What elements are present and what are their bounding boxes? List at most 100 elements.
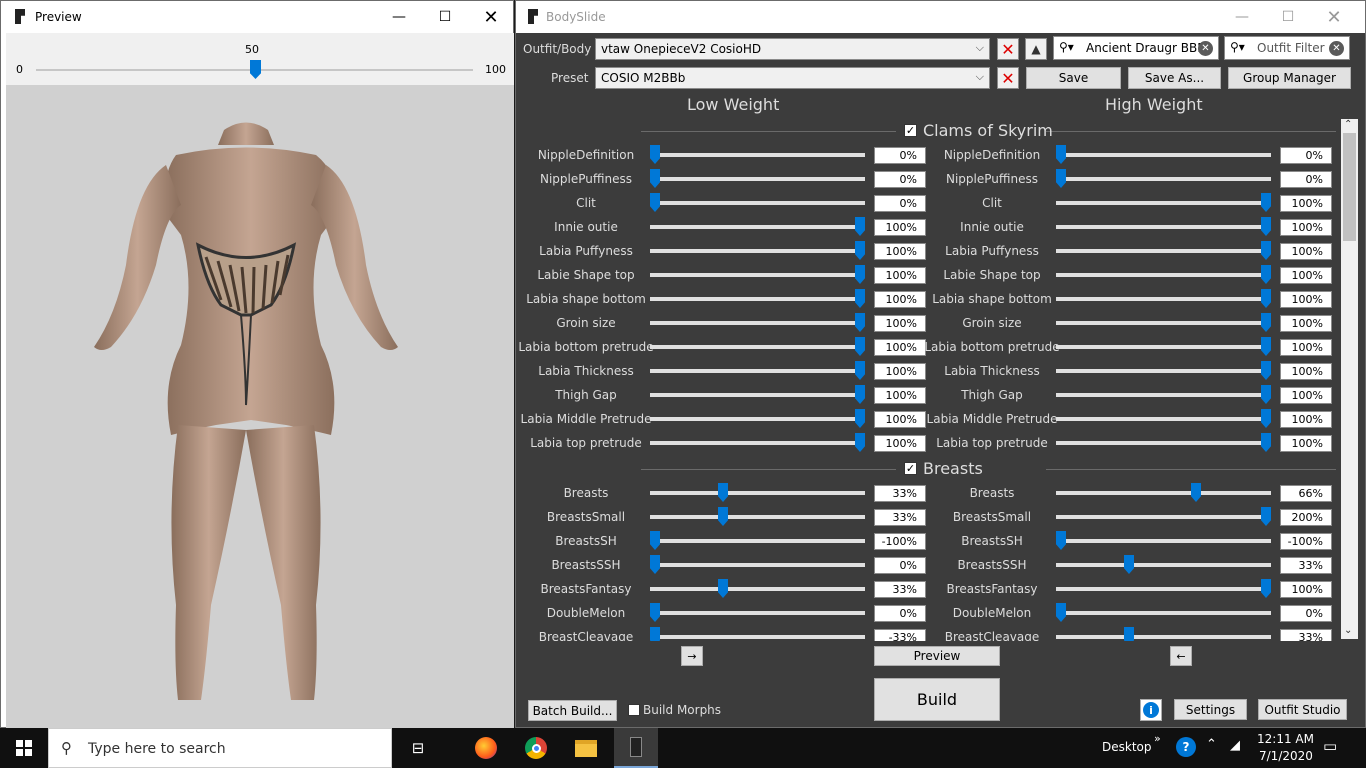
chevron-up-icon[interactable]: »	[1154, 732, 1161, 745]
slider-track-high[interactable]	[1056, 369, 1271, 373]
slider-track-high[interactable]	[1056, 153, 1271, 157]
preview-button[interactable]: Preview	[874, 646, 1000, 666]
slider-value-low[interactable]: 100%	[874, 219, 926, 236]
delete-preset-icon[interactable]: ✕	[997, 67, 1019, 89]
close-icon[interactable]: ✕	[1311, 1, 1357, 33]
delete-outfit-icon[interactable]: ✕	[997, 38, 1019, 60]
slider-track-low[interactable]	[650, 539, 865, 543]
slider-track-high[interactable]	[1056, 587, 1271, 591]
slider-track-low[interactable]	[650, 345, 865, 349]
slider-value-high[interactable]: 200%	[1280, 509, 1332, 526]
slider-value-high[interactable]: 100%	[1280, 291, 1332, 308]
scroll-thumb[interactable]	[1343, 133, 1356, 241]
preview-titlebar[interactable]: Preview — ☐ ✕	[1, 1, 513, 33]
slider-value-low[interactable]: -33%	[874, 629, 926, 641]
slider-value-low[interactable]: 0%	[874, 557, 926, 574]
slider-track-low[interactable]	[650, 177, 865, 181]
slider-value-low[interactable]: 100%	[874, 411, 926, 428]
slider-track-low[interactable]	[650, 393, 865, 397]
desktop-label[interactable]: Desktop	[1102, 740, 1152, 754]
slider-track-high[interactable]	[1056, 273, 1271, 277]
help-icon[interactable]: ?	[1176, 737, 1196, 757]
batch-build-button[interactable]: Batch Build...	[528, 700, 617, 721]
maximize-icon[interactable]: ☐	[422, 1, 468, 33]
slider-value-high[interactable]: 0%	[1280, 605, 1332, 622]
outfit-select[interactable]: vtaw OnepieceV2 CosioHD ⌵	[595, 38, 990, 60]
slider-track-high[interactable]	[1056, 441, 1271, 445]
save-button[interactable]: Save	[1026, 67, 1121, 89]
chrome-icon[interactable]	[516, 728, 556, 768]
slider-thumb-low[interactable]	[650, 627, 660, 641]
slider-track-high[interactable]	[1056, 225, 1271, 229]
slider-track-high[interactable]	[1056, 539, 1271, 543]
tray-expand-icon[interactable]: ⌃	[1206, 737, 1217, 752]
network-icon[interactable]: ◢	[1230, 738, 1240, 753]
slider-value-low[interactable]: 33%	[874, 485, 926, 502]
slider-value-high[interactable]: 33%	[1280, 629, 1332, 641]
slider-track-low[interactable]	[650, 297, 865, 301]
scroll-down-icon[interactable]: ⌄	[1344, 625, 1352, 636]
slider-value-high[interactable]: 100%	[1280, 581, 1332, 598]
slider-track-low[interactable]	[650, 369, 865, 373]
slider-value-high[interactable]: -100%	[1280, 533, 1332, 550]
slider-track-low[interactable]	[650, 491, 865, 495]
maximize-icon[interactable]: ☐	[1265, 1, 1311, 33]
category-checkbox[interactable]: ✓	[904, 462, 917, 475]
slider-track-low[interactable]	[650, 249, 865, 253]
group-manager-button[interactable]: Group Manager	[1228, 67, 1351, 89]
preset-select[interactable]: COSIO M2BBb ⌵	[595, 67, 990, 89]
slider-track-high[interactable]	[1056, 491, 1271, 495]
group-filter-input[interactable]: ⚲▾ Ancient Draugr BBP, ✕	[1053, 36, 1219, 60]
slider-track-low[interactable]	[650, 417, 865, 421]
slider-value-high[interactable]: 100%	[1280, 195, 1332, 212]
build-button[interactable]: Build	[874, 678, 1000, 721]
minimize-icon[interactable]: —	[376, 1, 422, 33]
slider-track-high[interactable]	[1056, 563, 1271, 567]
minimize-icon[interactable]: —	[1219, 1, 1265, 33]
bodyslide-titlebar[interactable]: BodySlide — ☐ ✕	[516, 1, 1365, 33]
clear-icon[interactable]: ✕	[1198, 41, 1213, 56]
outfit-studio-button[interactable]: Outfit Studio	[1258, 699, 1347, 720]
slider-value-high[interactable]: 100%	[1280, 435, 1332, 452]
file-explorer-icon[interactable]	[566, 728, 606, 768]
slider-track-high[interactable]	[1056, 177, 1271, 181]
slider-value-low[interactable]: 100%	[874, 339, 926, 356]
notifications-icon[interactable]: ▭	[1323, 737, 1337, 755]
slider-value-low[interactable]: 100%	[874, 387, 926, 404]
outfit-filter-input[interactable]: ⚲▾ Outfit Filter ✕	[1224, 36, 1350, 60]
slider-value-high[interactable]: 66%	[1280, 485, 1332, 502]
slider-value-low[interactable]: 100%	[874, 267, 926, 284]
slider-value-low[interactable]: 0%	[874, 605, 926, 622]
slider-value-low[interactable]: 100%	[874, 291, 926, 308]
preview-3d-viewport[interactable]	[6, 85, 514, 728]
search-icon[interactable]: ⚲▾	[1230, 40, 1245, 54]
slider-track-high[interactable]	[1056, 249, 1271, 253]
task-view-icon[interactable]: ⊟	[398, 728, 438, 768]
bodyslide-taskbar-icon[interactable]	[614, 728, 658, 768]
slider-value-high[interactable]: 33%	[1280, 557, 1332, 574]
slider-value-high[interactable]: 100%	[1280, 411, 1332, 428]
slider-value-high[interactable]: 100%	[1280, 387, 1332, 404]
slider-thumb-high[interactable]	[1124, 627, 1134, 641]
slider-value-low[interactable]: -100%	[874, 533, 926, 550]
slider-value-low[interactable]: 100%	[874, 243, 926, 260]
settings-button[interactable]: Settings	[1174, 699, 1247, 720]
slider-track-low[interactable]	[650, 635, 865, 639]
clear-icon[interactable]: ✕	[1329, 41, 1344, 56]
slider-track-high[interactable]	[1056, 393, 1271, 397]
slider-value-high[interactable]: 100%	[1280, 363, 1332, 380]
preview-slider-thumb[interactable]	[250, 60, 261, 79]
clock-date[interactable]: 7/1/2020	[1259, 749, 1313, 763]
slider-value-low[interactable]: 100%	[874, 435, 926, 452]
search-icon[interactable]: ⚲▾	[1059, 40, 1074, 54]
slider-track-low[interactable]	[650, 515, 865, 519]
slider-value-low[interactable]: 0%	[874, 147, 926, 164]
slider-track-low[interactable]	[650, 611, 865, 615]
slider-value-low[interactable]: 100%	[874, 363, 926, 380]
firefox-icon[interactable]	[466, 728, 506, 768]
taskbar-search-input[interactable]: ⚲ Type here to search	[48, 728, 392, 768]
category-header[interactable]: ✓ Clams of Skyrim	[904, 121, 1053, 140]
slider-value-low[interactable]: 33%	[874, 509, 926, 526]
copy-high-to-low-button[interactable]: ←	[1170, 646, 1192, 666]
slider-track-low[interactable]	[650, 273, 865, 277]
